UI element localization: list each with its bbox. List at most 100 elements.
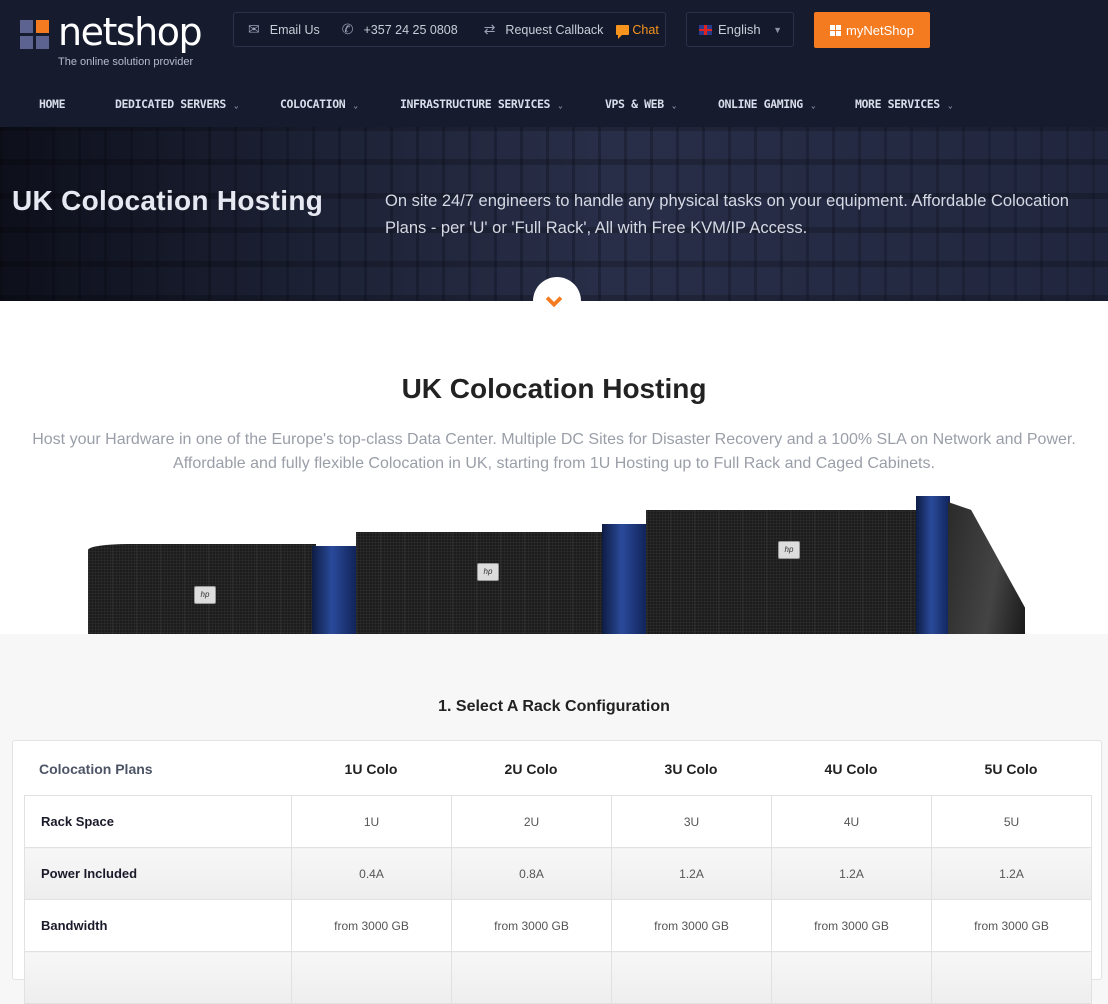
request-callback-link[interactable]: ⇄ Request Callback — [484, 21, 604, 38]
row-label: Rack Space — [24, 795, 292, 848]
nav-item-colocation[interactable]: COLOCATION ⌄ — [280, 97, 358, 111]
plan-header-1u[interactable]: 1U Colo — [291, 761, 451, 777]
contact-bar: ✉ Email Us ✆ +357 24 25 0808 ⇄ Request C… — [233, 12, 666, 47]
phone-link[interactable]: ✆ +357 24 25 0808 — [342, 21, 458, 38]
row-label: Power Included — [24, 847, 292, 900]
chevron-down-icon: ⌄ — [810, 101, 816, 110]
table-cell: from 3000 GB — [451, 899, 612, 952]
email-us-label: Email Us — [269, 22, 320, 37]
phone-number: +357 24 25 0808 — [363, 22, 458, 37]
nav-label: COLOCATION — [280, 97, 346, 111]
table-cell — [771, 951, 932, 1004]
language-selected: English — [718, 22, 761, 37]
table-cell — [611, 951, 772, 1004]
table-row-partial — [24, 951, 1092, 1004]
colocation-plans-label: Colocation Plans — [39, 761, 153, 777]
chat-link[interactable]: Chat — [616, 22, 659, 39]
arrows-exchange-icon: ⇄ — [483, 21, 496, 37]
rack-cabinet — [646, 510, 918, 634]
table-cell: 5U — [931, 795, 1092, 848]
plans-table: Rack Space 1U 2U 3U 4U 5U Power Included… — [24, 795, 1092, 1004]
row-label — [24, 951, 292, 1004]
nav-item-infrastructure-services[interactable]: INFRASTRUCTURE SERVICES ⌄ — [400, 97, 563, 111]
intro-title: UK Colocation Hosting — [401, 373, 707, 404]
chevron-down-icon — [545, 290, 563, 308]
table-cell — [931, 951, 1092, 1004]
plan-header-5u[interactable]: 5U Colo — [931, 761, 1091, 777]
main-nav: HOME DEDICATED SERVERS ⌄ COLOCATION ⌄ INFR… — [0, 80, 1108, 127]
nav-label: INFRASTRUCTURE SERVICES — [400, 97, 551, 111]
email-us-link[interactable]: ✉ Email Us — [248, 21, 320, 38]
table-cell: 0.4A — [291, 847, 452, 900]
rack-door — [602, 524, 646, 634]
table-cell: 1.2A — [931, 847, 1092, 900]
table-cell: from 3000 GB — [291, 899, 452, 952]
site-header: netshop The online solution provider ✉ E… — [0, 0, 1108, 127]
table-cell: 1.2A — [611, 847, 772, 900]
table-cell: 3U — [611, 795, 772, 848]
logo-wordmark: netshop — [58, 10, 203, 54]
chevron-down-icon: ⌄ — [671, 101, 677, 110]
logo-tagline: The online solution provider — [58, 56, 194, 68]
request-callback-label: Request Callback — [505, 22, 604, 37]
hp-logo-icon: hp — [194, 586, 216, 604]
hero-banner: UK Colocation Hosting On site 24/7 engin… — [0, 127, 1108, 301]
chevron-down-icon: ⌄ — [233, 101, 239, 110]
phone-icon: ✆ — [341, 21, 354, 37]
colocation-plans-card: Colocation Plans 1U Colo 2U Colo 3U Colo… — [12, 740, 1102, 1004]
nav-item-dedicated-servers[interactable]: DEDICATED SERVERS ⌄ — [115, 97, 239, 111]
chat-label: Chat — [632, 22, 659, 37]
grid-icon — [830, 24, 842, 36]
intro-line-1: Host your Hardware in one of the Europe'… — [32, 431, 1076, 448]
plan-header-2u[interactable]: 2U Colo — [451, 761, 611, 777]
rack-side-panel — [948, 502, 1025, 634]
nav-item-more-services[interactable]: MORE SERVICES ⌄ — [855, 97, 953, 111]
nav-item-online-gaming[interactable]: ONLINE GAMING ⌄ — [718, 97, 816, 111]
intro-line-2: Affordable and fully flexible Colocation… — [173, 455, 935, 472]
nav-label: VPS & WEB — [605, 97, 664, 111]
logo-grid-icon — [20, 20, 50, 50]
table-cell — [291, 951, 452, 1004]
hp-logo-icon: hp — [477, 563, 499, 581]
table-row-bandwidth: Bandwidth from 3000 GB from 3000 GB from… — [24, 899, 1092, 952]
rack-door — [312, 546, 356, 634]
plan-header-4u[interactable]: 4U Colo — [771, 761, 931, 777]
envelope-icon: ✉ — [248, 21, 260, 37]
mynetshop-label: myNetShop — [846, 22, 914, 38]
intro-text: Host your Hardware in one of the Europe'… — [0, 428, 1108, 476]
nav-item-vps-web[interactable]: VPS & WEB ⌄ — [605, 97, 677, 111]
nav-label: DEDICATED SERVERS — [115, 97, 226, 111]
row-label: Bandwidth — [24, 899, 292, 952]
table-cell — [451, 951, 612, 1004]
rack-configuration-title: 1. Select A Rack Configuration — [438, 698, 670, 715]
netshop-logo[interactable]: netshop The online solution provider — [20, 10, 203, 70]
rack-cabinet — [356, 532, 606, 634]
plan-header-3u[interactable]: 3U Colo — [611, 761, 771, 777]
chevron-down-icon: ⌄ — [558, 101, 563, 110]
table-cell: 1U — [291, 795, 452, 848]
rack-door — [916, 496, 950, 634]
uk-flag-icon — [699, 24, 712, 35]
dropdown-caret-icon: ▼ — [773, 24, 782, 35]
table-cell: from 3000 GB — [611, 899, 772, 952]
table-cell: from 3000 GB — [771, 899, 932, 952]
nav-label: MORE SERVICES — [855, 97, 940, 111]
table-cell: 1.2A — [771, 847, 932, 900]
mynetshop-button[interactable]: myNetShop — [814, 12, 930, 48]
chat-bubble-icon — [616, 24, 630, 39]
scroll-down-button[interactable] — [533, 277, 581, 325]
chevron-down-icon: ⌄ — [353, 101, 358, 110]
nav-label: ONLINE GAMING — [718, 97, 803, 111]
table-row-rack-space: Rack Space 1U 2U 3U 4U 5U — [24, 795, 1092, 848]
hero-title: UK Colocation Hosting — [12, 185, 324, 216]
intro-section: UK Colocation Hosting Host your Hardware… — [0, 301, 1108, 634]
hero-description: On site 24/7 engineers to handle any phy… — [385, 192, 1069, 237]
nav-label: HOME — [39, 97, 66, 111]
nav-item-home[interactable]: HOME — [39, 97, 66, 111]
hp-logo-icon: hp — [778, 541, 800, 559]
language-select[interactable]: English ▼ — [686, 12, 794, 47]
server-racks-image: hp hp hp — [88, 494, 1025, 634]
chevron-down-icon: ⌄ — [947, 101, 953, 110]
table-cell: 2U — [451, 795, 612, 848]
table-cell: 4U — [771, 795, 932, 848]
